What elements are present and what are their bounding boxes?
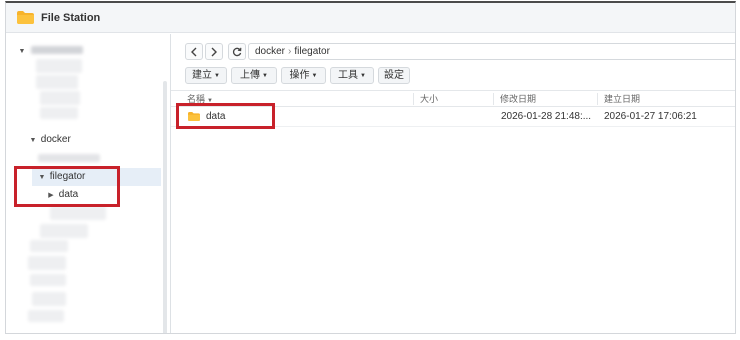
file-station-window: File Station ▼ ▼ docker ▼ filegator ▶ da… [5,1,736,334]
file-created-date: 2026-01-27 17:06:21 [604,111,697,122]
blurred-item [40,107,78,119]
upload-button-label: 上傳 [240,70,261,81]
blurred-item [32,292,66,306]
settings-button-label: 設定 [384,70,404,81]
folder-icon [17,11,34,24]
tree-root-node[interactable]: ▼ [17,42,27,60]
column-header-modified[interactable]: 修改日期 [495,91,536,107]
column-divider [413,93,414,105]
blurred-item [50,206,106,220]
create-button-label: 建立 [192,70,213,81]
annotation-highlight-tree [14,166,120,207]
sidebar-item-docker[interactable]: ▼ docker [28,131,71,149]
main-panel: docker › filegator 建立 ▼ 上傳 ▼ 操作 ▼ 工具 ▼ 設定 名稱 ▼ … [171,34,735,333]
file-modified-date: 2026-01-28 21:48:... [501,111,592,122]
chevron-left-icon [191,47,197,57]
path-bar[interactable]: docker › filegator [248,43,735,60]
tools-button-label: 工具 [338,70,359,81]
blurred-item [36,75,78,89]
window-title: File Station [41,12,101,24]
blurred-item [28,256,66,270]
create-button[interactable]: 建立 ▼ [185,67,227,84]
sidebar-tree: ▼ ▼ docker ▼ filegator ▶ data [6,34,170,333]
sidebar-scrollbar[interactable] [163,81,167,333]
breadcrumb-filegator[interactable]: filegator [294,46,330,57]
action-button[interactable]: 操作 ▼ [281,67,326,84]
blurred-item [30,240,68,252]
column-divider [597,93,598,105]
blurred-label [31,46,83,54]
breadcrumb-docker[interactable]: docker [255,46,285,57]
blurred-item [40,224,88,238]
dropdown-arrow-icon: ▼ [214,73,220,79]
forward-button[interactable] [205,43,223,60]
refresh-icon [232,47,242,57]
back-button[interactable] [185,43,203,60]
chevron-right-icon [211,47,217,57]
sidebar-item-label: docker [40,134,71,145]
caret-down-icon[interactable]: ▼ [28,132,38,150]
column-header-size[interactable]: 大小 [415,91,438,107]
upload-button[interactable]: 上傳 ▼ [231,67,277,84]
blurred-item [40,91,80,105]
column-divider [493,93,494,105]
action-button-label: 操作 [289,70,310,81]
settings-button[interactable]: 設定 [378,67,410,84]
column-header-created[interactable]: 建立日期 [599,91,640,107]
refresh-button[interactable] [228,43,246,60]
dropdown-arrow-icon: ▼ [311,73,318,79]
caret-down-icon[interactable]: ▼ [17,43,27,61]
dropdown-arrow-icon: ▼ [262,73,268,79]
blurred-item [30,274,66,286]
blurred-item [38,154,100,162]
tools-button[interactable]: 工具 ▼ [330,67,374,84]
breadcrumb-separator-icon: › [288,46,292,57]
annotation-highlight-file [176,103,275,129]
dropdown-arrow-icon: ▼ [360,73,366,79]
title-bar: File Station [6,3,735,33]
blurred-item [36,59,82,73]
blurred-item [28,310,64,322]
